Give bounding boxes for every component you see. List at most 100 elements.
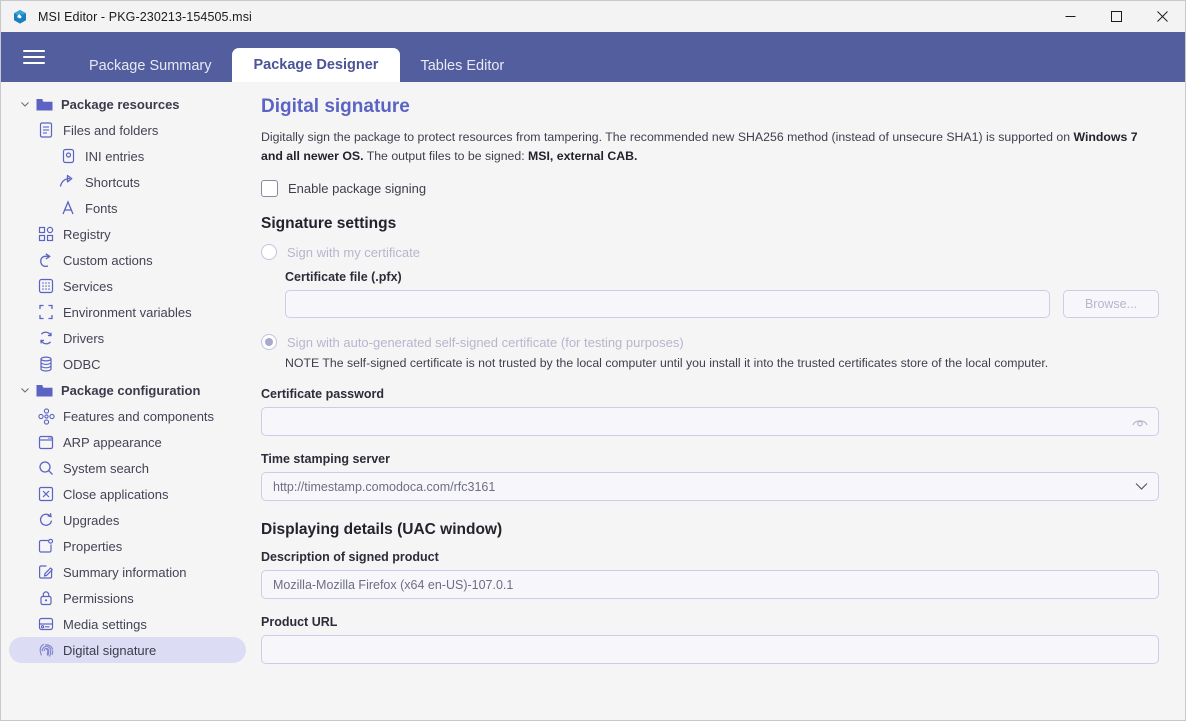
sign-with-my-certificate-radio[interactable]	[261, 244, 277, 261]
description-of-signed-product-input[interactable]: Mozilla-Mozilla Firefox (x64 en-US)-107.…	[261, 570, 1159, 600]
sidebar-item-label: Fonts	[85, 200, 118, 216]
close-button[interactable]	[1139, 1, 1185, 32]
certificate-file-block: Certificate file (.pfx) Browse...	[285, 270, 1159, 319]
timestamp-server-select[interactable]: http://timestamp.comodoca.com/rfc3161	[261, 472, 1159, 502]
minimize-button[interactable]	[1047, 1, 1093, 32]
features-nodes-icon	[35, 407, 57, 425]
certificate-password-label: Certificate password	[261, 387, 384, 402]
timestamp-server-wrap: http://timestamp.comodoca.com/rfc3161	[261, 472, 1159, 502]
sidebar-item-custom-actions[interactable]: Custom actions	[9, 247, 246, 273]
msi-editor-logo-icon	[12, 9, 28, 25]
sidebar-item-arp-appearance[interactable]: ARP appearance	[9, 429, 246, 455]
description-text-2: The output files to be signed:	[363, 149, 529, 164]
sidebar-item-media-settings[interactable]: Media settings	[9, 611, 246, 637]
certificate-file-label: Certificate file (.pfx)	[285, 270, 402, 285]
refresh-arrow-icon	[35, 512, 57, 528]
sidebar-item-shortcuts[interactable]: Shortcuts	[9, 169, 246, 195]
sidebar-item-label: Permissions	[63, 590, 134, 606]
description-text-1: Digitally sign the package to protect re…	[261, 130, 1074, 144]
browse-button[interactable]: Browse...	[1063, 290, 1159, 319]
timestamp-server-label: Time stamping server	[261, 452, 390, 467]
certificate-file-input[interactable]	[285, 290, 1050, 319]
sign-with-self-signed-radio[interactable]	[261, 334, 277, 351]
sidebar-item-package-configuration[interactable]: Package configuration	[9, 377, 246, 403]
sidebar-item-ini-entries[interactable]: INI entries	[9, 143, 246, 169]
sidebar-item-files-and-folders[interactable]: Files and folders	[9, 117, 246, 143]
sidebar-item-close-applications[interactable]: Close applications	[9, 481, 246, 507]
fingerprint-icon	[35, 642, 57, 659]
self-signed-note: NOTE The self-signed certificate is not …	[285, 356, 1049, 371]
sidebar-item-label: Shortcuts	[85, 174, 140, 190]
description-bold-2: MSI, external CAB.	[528, 149, 638, 164]
sign-with-my-certificate-row[interactable]: Sign with my certificate	[261, 244, 1159, 261]
tab-package-summary[interactable]: Package Summary	[69, 49, 232, 82]
sidebar-item-label: Custom actions	[63, 252, 153, 268]
chevron-down-icon[interactable]	[1133, 479, 1149, 495]
folder-icon	[33, 97, 55, 112]
window-icon	[35, 435, 57, 450]
timestamp-server-block: Time stamping server http://timestamp.co…	[261, 452, 1159, 502]
page-title: Digital signature	[261, 96, 410, 117]
services-grid-icon	[35, 278, 57, 294]
enable-package-signing-checkbox[interactable]	[261, 180, 278, 198]
database-icon	[35, 356, 57, 372]
lock-icon	[35, 590, 57, 606]
document-icon	[35, 122, 57, 138]
eye-icon[interactable]	[1130, 412, 1150, 432]
page-description: Digitally sign the package to protect re…	[261, 128, 1159, 166]
sign-with-self-signed-label: Sign with auto-generated self-signed cer…	[287, 334, 684, 350]
dashed-brackets-icon	[35, 304, 57, 320]
sidebar-item-label: INI entries	[85, 148, 145, 164]
tab-tables-editor[interactable]: Tables Editor	[400, 49, 524, 82]
sidebar-item-permissions[interactable]: Permissions	[9, 585, 246, 611]
curved-arrow-icon	[35, 252, 57, 268]
sidebar-item-label: Services	[63, 278, 113, 294]
sidebar-item-label: ARP appearance	[63, 434, 162, 450]
sidebar-item-summary-information[interactable]: Summary information	[9, 559, 246, 585]
enable-package-signing-label: Enable package signing	[288, 181, 427, 197]
folder-icon	[33, 383, 55, 398]
maximize-button[interactable]	[1093, 1, 1139, 32]
sidebar-item-label: Features and components	[63, 408, 215, 424]
sidebar-item-upgrades[interactable]: Upgrades	[9, 507, 246, 533]
sidebar-item-package-resources[interactable]: Package resources	[9, 91, 246, 117]
registry-blocks-icon	[35, 226, 57, 242]
app-header: Package Summary Package Designer Tables …	[1, 32, 1185, 82]
refresh-circle-icon	[35, 330, 57, 346]
signature-settings-heading: Signature settings	[261, 215, 397, 233]
window-title: MSI Editor - PKG-230213-154505.msi	[38, 9, 252, 24]
chevron-down-icon[interactable]	[17, 99, 33, 109]
sidebar-item-services[interactable]: Services	[9, 273, 246, 299]
chevron-down-icon[interactable]	[17, 385, 33, 395]
sidebar-item-label: Digital signature	[63, 642, 157, 658]
title-bar: MSI Editor - PKG-230213-154505.msi	[1, 1, 1185, 32]
media-disk-icon	[35, 617, 57, 631]
product-url-input[interactable]	[261, 635, 1159, 665]
sidebar-item-drivers[interactable]: Drivers	[9, 325, 246, 351]
sidebar-item-environment-variables[interactable]: Environment variables	[9, 299, 246, 325]
sidebar-item-features-and-components[interactable]: Features and components	[9, 403, 246, 429]
magnifier-icon	[35, 460, 57, 476]
x-in-box-icon	[35, 486, 57, 502]
sidebar-item-label: Package resources	[61, 96, 180, 112]
displaying-details-heading: Displaying details (UAC window)	[261, 521, 503, 539]
sidebar-item-digital-signature[interactable]: Digital signature	[9, 637, 246, 663]
sidebar-item-label: Registry	[63, 226, 111, 242]
sign-with-my-certificate-label: Sign with my certificate	[287, 244, 420, 260]
properties-square-icon	[35, 538, 57, 554]
certificate-password-input[interactable]	[261, 407, 1159, 437]
description-of-signed-product-block: Description of signed product Mozilla-Mo…	[261, 550, 1159, 600]
hamburger-menu-icon[interactable]	[23, 32, 45, 82]
enable-package-signing-row[interactable]: Enable package signing	[261, 180, 1159, 198]
sidebar-item-system-search[interactable]: System search	[9, 455, 246, 481]
content-panel: Digital signature Digitally sign the pac…	[254, 82, 1185, 720]
sidebar-item-label: Media settings	[63, 616, 147, 632]
sign-with-self-signed-row[interactable]: Sign with auto-generated self-signed cer…	[261, 334, 1159, 351]
main-tabs: Package Summary Package Designer Tables …	[69, 32, 524, 82]
description-of-signed-product-label: Description of signed product	[261, 550, 439, 565]
tab-package-designer[interactable]: Package Designer	[231, 48, 401, 82]
sidebar-item-registry[interactable]: Registry	[9, 221, 246, 247]
sidebar-item-fonts[interactable]: Fonts	[9, 195, 246, 221]
sidebar-item-properties[interactable]: Properties	[9, 533, 246, 559]
sidebar-item-odbc[interactable]: ODBC	[9, 351, 246, 377]
